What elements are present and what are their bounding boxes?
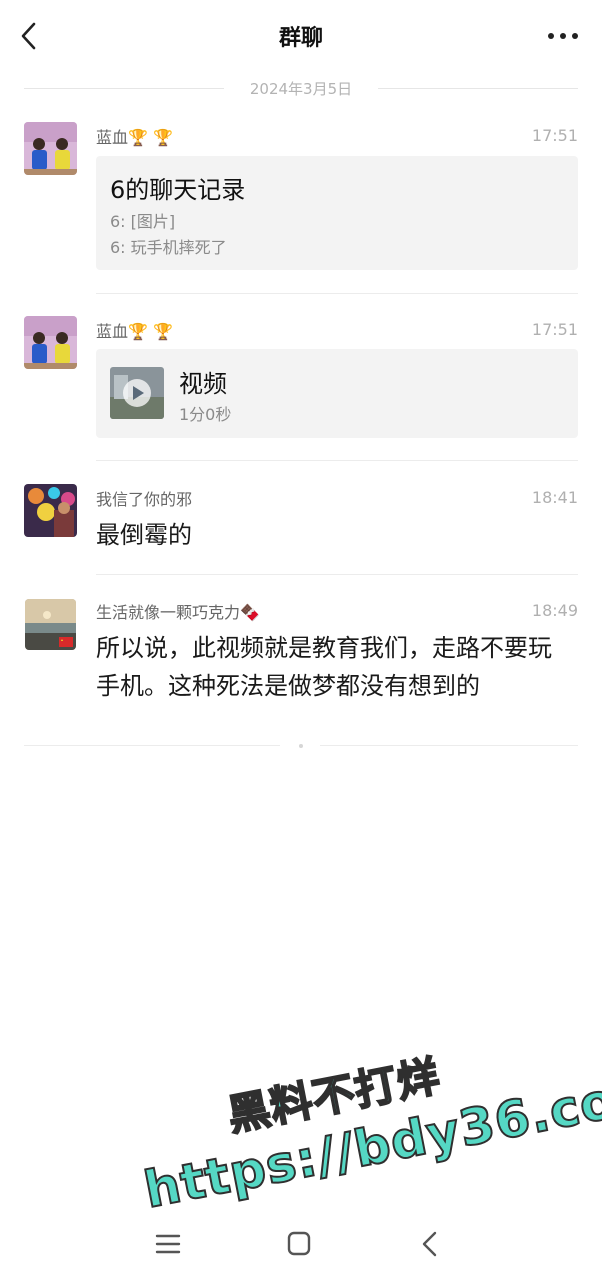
message-divider bbox=[96, 293, 578, 294]
avatar-photo bbox=[24, 316, 77, 369]
sender-name: 蓝血🏆 🏆 bbox=[96, 322, 173, 341]
avatar[interactable] bbox=[24, 122, 77, 175]
separator-line bbox=[320, 745, 578, 746]
more-dots-icon bbox=[548, 33, 578, 39]
nav-menu-button[interactable] bbox=[148, 1226, 188, 1262]
avatar-photo bbox=[24, 122, 77, 175]
nav-back-button[interactable] bbox=[410, 1226, 450, 1262]
date-separator: 2024年3月5日 bbox=[24, 76, 578, 100]
nav-back-icon bbox=[422, 1231, 437, 1257]
video-title: 视频 bbox=[179, 370, 227, 398]
avatar[interactable] bbox=[24, 316, 77, 369]
chat-record-title: 6的聊天记录 bbox=[110, 176, 246, 204]
page-title: 群聊 bbox=[278, 26, 323, 51]
message-time: 18:41 bbox=[531, 488, 578, 507]
avatar[interactable] bbox=[25, 599, 76, 650]
menu-icon bbox=[155, 1234, 181, 1254]
top-bar: 群聊 bbox=[0, 0, 602, 72]
chat-record-line: 6: 玩手机摔死了 bbox=[110, 238, 227, 257]
video-duration: 1分0秒 bbox=[179, 405, 232, 424]
end-separator bbox=[24, 744, 578, 748]
chat-record-card[interactable]: 6的聊天记录 6: [图片] 6: 玩手机摔死了 bbox=[96, 156, 578, 270]
sender-name: 蓝血🏆 🏆 bbox=[96, 128, 173, 147]
message-time: 17:51 bbox=[531, 126, 578, 145]
message-text: 最倒霉的 bbox=[96, 521, 192, 549]
separator-line bbox=[24, 745, 280, 746]
message-time: 18:49 bbox=[531, 601, 578, 620]
separator-dot bbox=[299, 744, 303, 748]
separator-line bbox=[378, 88, 578, 89]
avatar[interactable] bbox=[24, 484, 77, 537]
message-divider bbox=[96, 460, 578, 461]
message-time: 17:51 bbox=[531, 320, 578, 339]
avatar-photo bbox=[25, 599, 76, 650]
video-card[interactable]: 视频 1分0秒 bbox=[96, 349, 578, 438]
message-divider bbox=[96, 574, 578, 575]
video-thumbnail bbox=[110, 367, 164, 419]
more-button[interactable] bbox=[546, 26, 580, 46]
system-nav-bar bbox=[0, 1208, 602, 1280]
sender-name: 我信了你的邪 bbox=[96, 490, 193, 509]
nav-home-button[interactable] bbox=[279, 1226, 319, 1262]
sender-name: 生活就像一颗巧克力🍫 bbox=[96, 603, 260, 622]
home-square-icon bbox=[287, 1231, 311, 1256]
chat-record-line: 6: [图片] bbox=[110, 212, 176, 231]
avatar-photo bbox=[24, 484, 77, 537]
message-text: 所以说，此视频就是教育我们，走路不要玩手机。这种死法是做梦都没有想到的 bbox=[96, 634, 552, 700]
